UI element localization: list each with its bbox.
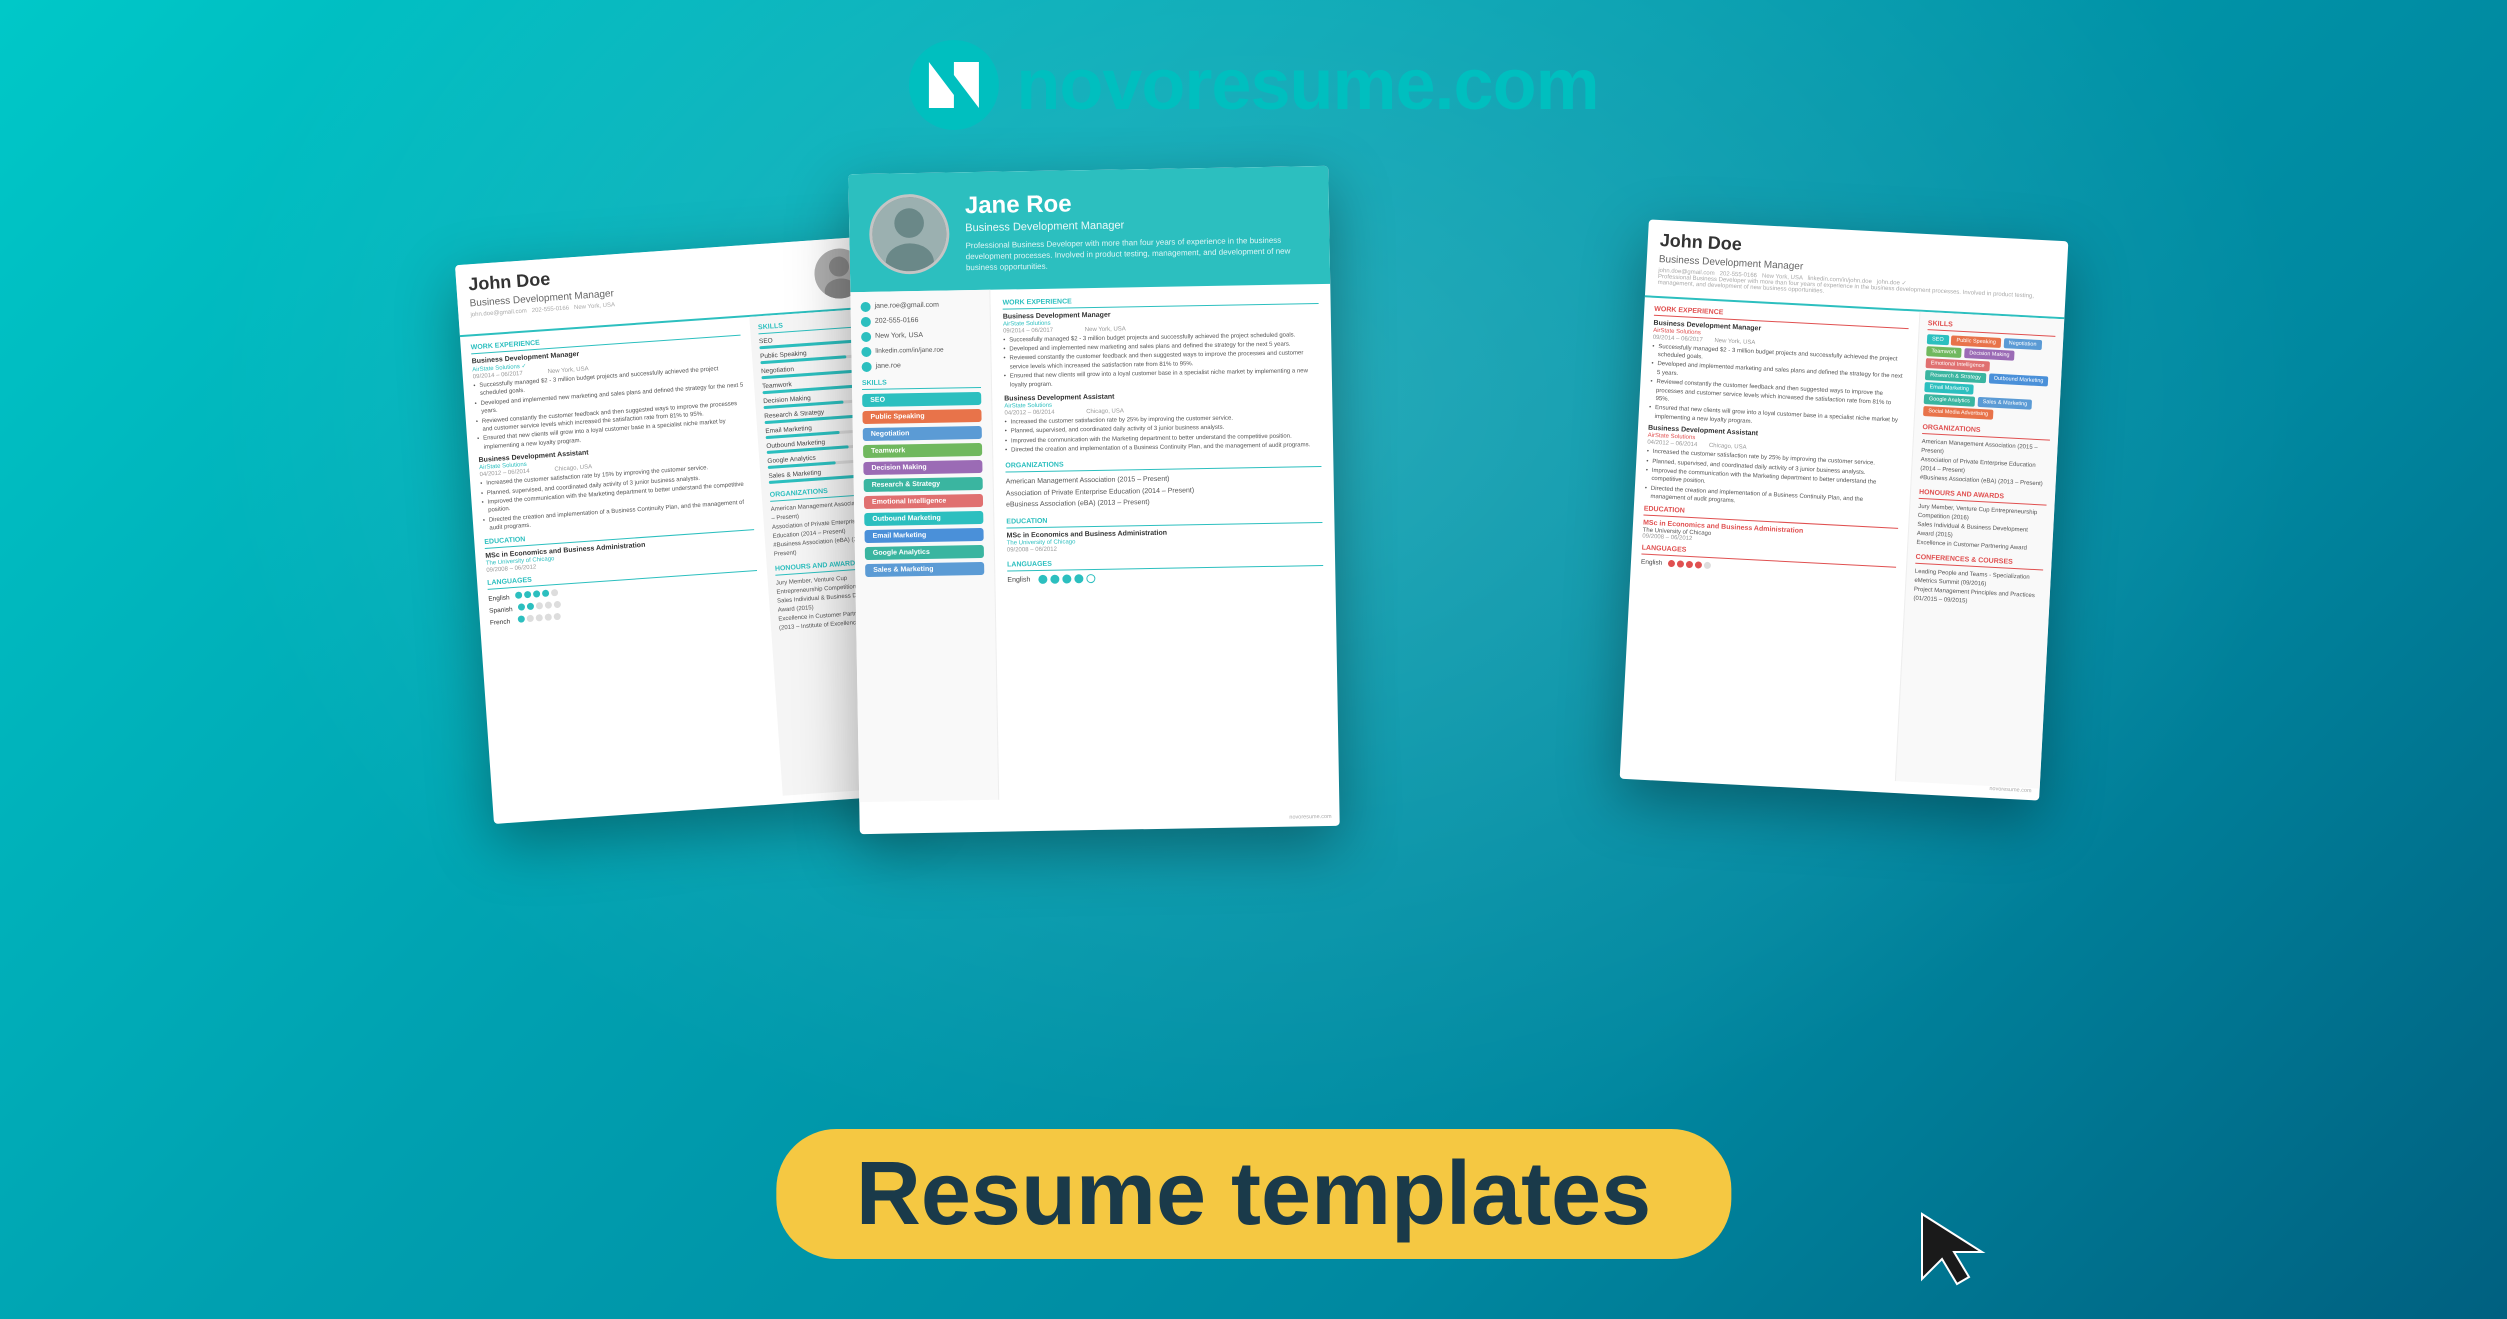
novoresume-logo-icon <box>908 40 998 130</box>
center-header: Jane Roe Business Development Manager Pr… <box>848 166 1330 292</box>
right-watermark: novoresume.com <box>1989 786 2031 794</box>
center-main: WORK EXPERIENCE Business Development Man… <box>990 283 1339 799</box>
left-card-main: WORK EXPERIENCE Business Development Man… <box>460 317 783 816</box>
resume-card-center: Jane Roe Business Development Manager Pr… <box>848 166 1339 834</box>
center-photo <box>868 193 949 274</box>
center-name: Jane Roe <box>964 186 1308 220</box>
right-card-main: WORK EXPERIENCE Business Development Man… <box>1620 297 1919 781</box>
resume-templates-label: Resume templates <box>856 1149 1651 1239</box>
right-card-sidebar: SKILLS SEO Public Speaking Negotiation T… <box>1894 311 2063 788</box>
resume-templates-badge: Resume templates <box>776 1129 1731 1259</box>
center-body: jane.roe@gmail.com 202-555-0166 New York… <box>850 283 1339 801</box>
resume-card-left: John Doe Business Development Manager jo… <box>454 236 912 824</box>
logo-area: novoresume.com <box>908 40 1598 130</box>
center-sidebar: jane.roe@gmail.com 202-555-0166 New York… <box>850 289 999 801</box>
resume-cards-container: John Doe Business Development Manager jo… <box>654 170 1854 950</box>
resume-card-right: John Doe Business Development Manager jo… <box>1619 219 2068 800</box>
center-name-area: Jane Roe Business Development Manager Pr… <box>964 186 1309 274</box>
logo-text: novoresume.com <box>1016 44 1598 126</box>
cursor-arrow <box>1917 1209 1987 1289</box>
bottom-label-container: Resume templates <box>776 1129 1731 1259</box>
right-card-body: WORK EXPERIENCE Business Development Man… <box>1620 297 2064 788</box>
center-summary: Professional Business Developer with mor… <box>965 234 1310 274</box>
center-watermark: novoresume.com <box>1289 814 1331 821</box>
